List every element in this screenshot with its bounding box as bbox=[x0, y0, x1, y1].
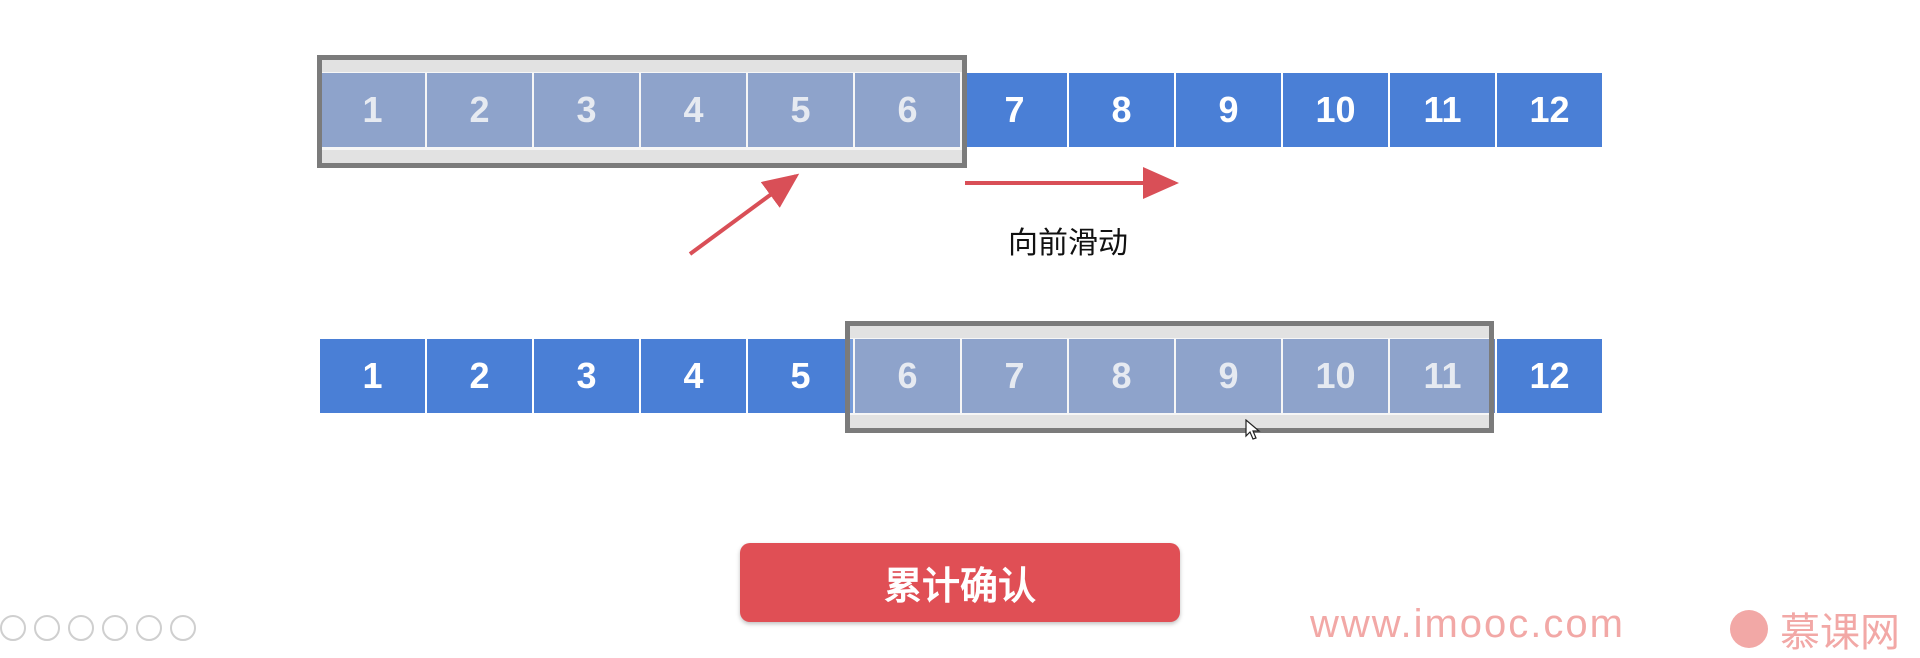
control-dot[interactable] bbox=[0, 615, 26, 641]
control-dot[interactable] bbox=[136, 615, 162, 641]
imooc-logo-icon bbox=[1730, 610, 1768, 648]
watermark-brand: 慕课网 bbox=[1730, 600, 1900, 658]
brand-name: 慕课网 bbox=[1780, 610, 1900, 656]
control-dot[interactable] bbox=[102, 615, 128, 641]
control-dot[interactable] bbox=[34, 615, 60, 641]
cumulative-ack-button[interactable]: 累计确认 bbox=[740, 543, 1180, 622]
control-dot[interactable] bbox=[170, 615, 196, 641]
player-controls bbox=[0, 615, 196, 641]
mouse-cursor-icon bbox=[1245, 419, 1261, 440]
arrows-overlay bbox=[688, 167, 1179, 256]
arrow-diagonal-icon bbox=[688, 173, 800, 256]
watermark-url: www.imooc.com bbox=[1310, 602, 1625, 646]
slide-forward-label: 向前滑动 bbox=[1008, 226, 1128, 261]
control-dot[interactable] bbox=[68, 615, 94, 641]
